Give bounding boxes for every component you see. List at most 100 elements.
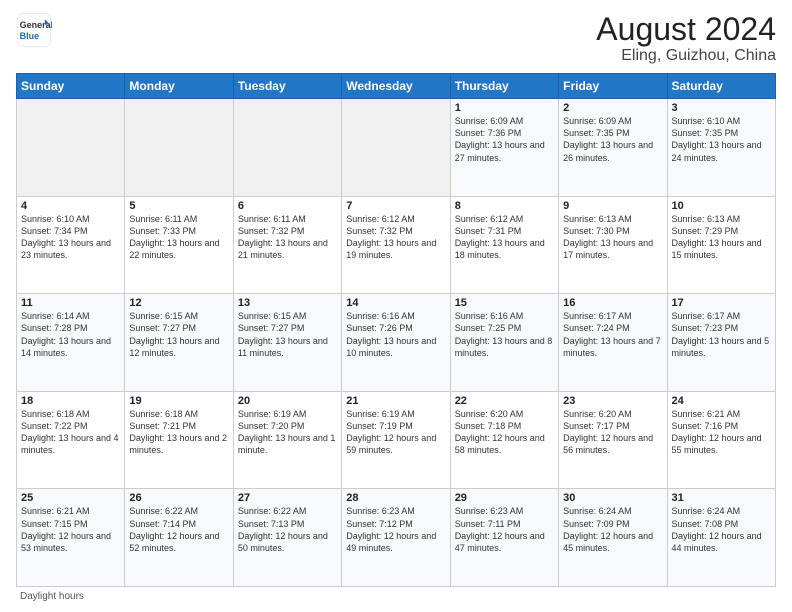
footer-note: Daylight hours xyxy=(16,591,776,602)
col-saturday: Saturday xyxy=(667,74,775,99)
day-info: Sunrise: 6:13 AM Sunset: 7:29 PM Dayligh… xyxy=(672,213,771,262)
logo: General Blue xyxy=(16,12,52,48)
day-cell: 13Sunrise: 6:15 AM Sunset: 7:27 PM Dayli… xyxy=(233,294,341,392)
day-number: 27 xyxy=(238,492,337,504)
day-cell: 1Sunrise: 6:09 AM Sunset: 7:36 PM Daylig… xyxy=(450,99,558,197)
daylight-label: Daylight hours xyxy=(20,591,84,602)
day-number: 7 xyxy=(346,200,445,212)
day-number: 13 xyxy=(238,297,337,309)
day-cell: 24Sunrise: 6:21 AM Sunset: 7:16 PM Dayli… xyxy=(667,391,775,489)
day-info: Sunrise: 6:09 AM Sunset: 7:35 PM Dayligh… xyxy=(563,115,662,164)
logo-icon: General Blue xyxy=(16,12,52,48)
day-number: 31 xyxy=(672,492,771,504)
day-info: Sunrise: 6:24 AM Sunset: 7:08 PM Dayligh… xyxy=(672,505,771,554)
col-monday: Monday xyxy=(125,74,233,99)
week-row-2: 4Sunrise: 6:10 AM Sunset: 7:34 PM Daylig… xyxy=(17,196,776,294)
day-number: 6 xyxy=(238,200,337,212)
svg-text:Blue: Blue xyxy=(20,31,40,41)
day-cell: 2Sunrise: 6:09 AM Sunset: 7:35 PM Daylig… xyxy=(559,99,667,197)
day-info: Sunrise: 6:21 AM Sunset: 7:16 PM Dayligh… xyxy=(672,408,771,457)
day-cell: 18Sunrise: 6:18 AM Sunset: 7:22 PM Dayli… xyxy=(17,391,125,489)
day-cell: 10Sunrise: 6:13 AM Sunset: 7:29 PM Dayli… xyxy=(667,196,775,294)
week-row-5: 25Sunrise: 6:21 AM Sunset: 7:15 PM Dayli… xyxy=(17,489,776,587)
day-info: Sunrise: 6:11 AM Sunset: 7:33 PM Dayligh… xyxy=(129,213,228,262)
week-row-1: 1Sunrise: 6:09 AM Sunset: 7:36 PM Daylig… xyxy=(17,99,776,197)
week-row-4: 18Sunrise: 6:18 AM Sunset: 7:22 PM Dayli… xyxy=(17,391,776,489)
day-number: 2 xyxy=(563,102,662,114)
day-cell xyxy=(17,99,125,197)
day-cell: 26Sunrise: 6:22 AM Sunset: 7:14 PM Dayli… xyxy=(125,489,233,587)
day-info: Sunrise: 6:18 AM Sunset: 7:21 PM Dayligh… xyxy=(129,408,228,457)
day-info: Sunrise: 6:24 AM Sunset: 7:09 PM Dayligh… xyxy=(563,505,662,554)
day-cell: 19Sunrise: 6:18 AM Sunset: 7:21 PM Dayli… xyxy=(125,391,233,489)
day-number: 8 xyxy=(455,200,554,212)
day-info: Sunrise: 6:11 AM Sunset: 7:32 PM Dayligh… xyxy=(238,213,337,262)
day-info: Sunrise: 6:15 AM Sunset: 7:27 PM Dayligh… xyxy=(129,310,228,359)
day-info: Sunrise: 6:22 AM Sunset: 7:13 PM Dayligh… xyxy=(238,505,337,554)
day-info: Sunrise: 6:21 AM Sunset: 7:15 PM Dayligh… xyxy=(21,505,120,554)
day-cell: 5Sunrise: 6:11 AM Sunset: 7:33 PM Daylig… xyxy=(125,196,233,294)
day-cell: 4Sunrise: 6:10 AM Sunset: 7:34 PM Daylig… xyxy=(17,196,125,294)
calendar-title: August 2024 xyxy=(596,12,776,47)
day-number: 25 xyxy=(21,492,120,504)
day-info: Sunrise: 6:16 AM Sunset: 7:26 PM Dayligh… xyxy=(346,310,445,359)
day-number: 10 xyxy=(672,200,771,212)
day-info: Sunrise: 6:19 AM Sunset: 7:19 PM Dayligh… xyxy=(346,408,445,457)
day-cell: 25Sunrise: 6:21 AM Sunset: 7:15 PM Dayli… xyxy=(17,489,125,587)
col-thursday: Thursday xyxy=(450,74,558,99)
day-info: Sunrise: 6:16 AM Sunset: 7:25 PM Dayligh… xyxy=(455,310,554,359)
day-number: 28 xyxy=(346,492,445,504)
day-cell: 28Sunrise: 6:23 AM Sunset: 7:12 PM Dayli… xyxy=(342,489,450,587)
day-number: 23 xyxy=(563,395,662,407)
day-cell: 9Sunrise: 6:13 AM Sunset: 7:30 PM Daylig… xyxy=(559,196,667,294)
day-cell: 8Sunrise: 6:12 AM Sunset: 7:31 PM Daylig… xyxy=(450,196,558,294)
day-cell xyxy=(125,99,233,197)
day-info: Sunrise: 6:13 AM Sunset: 7:30 PM Dayligh… xyxy=(563,213,662,262)
day-cell: 20Sunrise: 6:19 AM Sunset: 7:20 PM Dayli… xyxy=(233,391,341,489)
day-cell: 30Sunrise: 6:24 AM Sunset: 7:09 PM Dayli… xyxy=(559,489,667,587)
col-friday: Friday xyxy=(559,74,667,99)
day-number: 18 xyxy=(21,395,120,407)
day-number: 1 xyxy=(455,102,554,114)
day-cell: 16Sunrise: 6:17 AM Sunset: 7:24 PM Dayli… xyxy=(559,294,667,392)
calendar-subtitle: Eling, Guizhou, China xyxy=(596,47,776,65)
day-cell: 12Sunrise: 6:15 AM Sunset: 7:27 PM Dayli… xyxy=(125,294,233,392)
day-info: Sunrise: 6:17 AM Sunset: 7:24 PM Dayligh… xyxy=(563,310,662,359)
day-number: 24 xyxy=(672,395,771,407)
col-tuesday: Tuesday xyxy=(233,74,341,99)
day-cell: 21Sunrise: 6:19 AM Sunset: 7:19 PM Dayli… xyxy=(342,391,450,489)
day-cell: 29Sunrise: 6:23 AM Sunset: 7:11 PM Dayli… xyxy=(450,489,558,587)
day-number: 26 xyxy=(129,492,228,504)
day-cell: 31Sunrise: 6:24 AM Sunset: 7:08 PM Dayli… xyxy=(667,489,775,587)
day-cell: 17Sunrise: 6:17 AM Sunset: 7:23 PM Dayli… xyxy=(667,294,775,392)
day-number: 15 xyxy=(455,297,554,309)
calendar-table: Sunday Monday Tuesday Wednesday Thursday… xyxy=(16,73,776,587)
day-cell: 27Sunrise: 6:22 AM Sunset: 7:13 PM Dayli… xyxy=(233,489,341,587)
day-cell: 22Sunrise: 6:20 AM Sunset: 7:18 PM Dayli… xyxy=(450,391,558,489)
col-sunday: Sunday xyxy=(17,74,125,99)
day-cell: 7Sunrise: 6:12 AM Sunset: 7:32 PM Daylig… xyxy=(342,196,450,294)
day-number: 17 xyxy=(672,297,771,309)
day-cell xyxy=(342,99,450,197)
day-info: Sunrise: 6:09 AM Sunset: 7:36 PM Dayligh… xyxy=(455,115,554,164)
day-number: 29 xyxy=(455,492,554,504)
day-number: 3 xyxy=(672,102,771,114)
title-block: August 2024 Eling, Guizhou, China xyxy=(596,12,776,65)
col-wednesday: Wednesday xyxy=(342,74,450,99)
day-info: Sunrise: 6:18 AM Sunset: 7:22 PM Dayligh… xyxy=(21,408,120,457)
day-info: Sunrise: 6:23 AM Sunset: 7:11 PM Dayligh… xyxy=(455,505,554,554)
header: General Blue August 2024 Eling, Guizhou,… xyxy=(16,12,776,65)
day-number: 30 xyxy=(563,492,662,504)
header-row: Sunday Monday Tuesday Wednesday Thursday… xyxy=(17,74,776,99)
day-info: Sunrise: 6:23 AM Sunset: 7:12 PM Dayligh… xyxy=(346,505,445,554)
day-cell: 14Sunrise: 6:16 AM Sunset: 7:26 PM Dayli… xyxy=(342,294,450,392)
day-number: 19 xyxy=(129,395,228,407)
day-number: 20 xyxy=(238,395,337,407)
day-info: Sunrise: 6:15 AM Sunset: 7:27 PM Dayligh… xyxy=(238,310,337,359)
day-info: Sunrise: 6:20 AM Sunset: 7:17 PM Dayligh… xyxy=(563,408,662,457)
day-info: Sunrise: 6:19 AM Sunset: 7:20 PM Dayligh… xyxy=(238,408,337,457)
day-cell: 6Sunrise: 6:11 AM Sunset: 7:32 PM Daylig… xyxy=(233,196,341,294)
day-cell: 11Sunrise: 6:14 AM Sunset: 7:28 PM Dayli… xyxy=(17,294,125,392)
day-number: 12 xyxy=(129,297,228,309)
day-info: Sunrise: 6:12 AM Sunset: 7:31 PM Dayligh… xyxy=(455,213,554,262)
